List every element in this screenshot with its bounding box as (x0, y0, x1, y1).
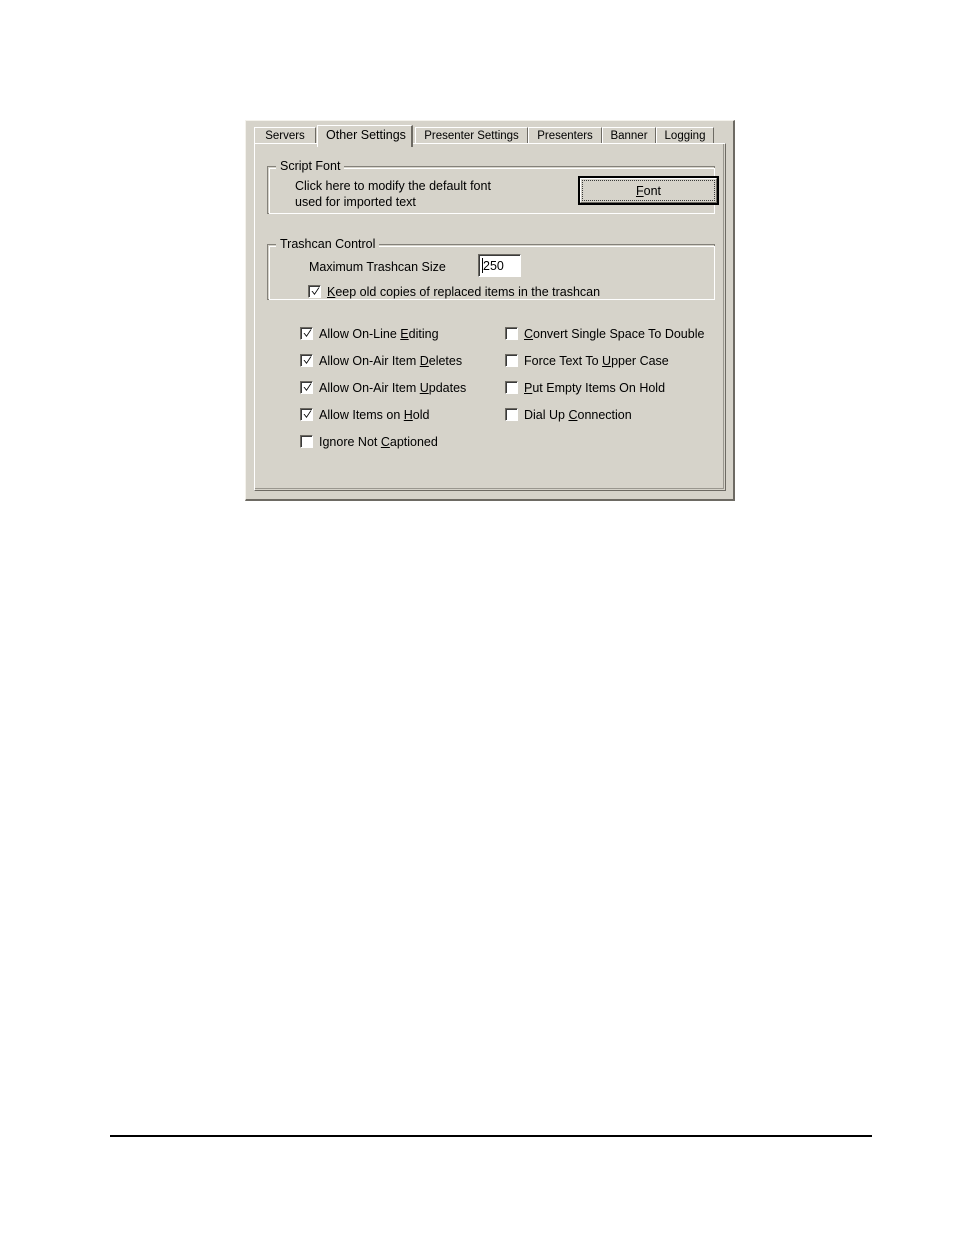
checkmark-icon (303, 383, 312, 391)
script-font-description-line1: Click here to modify the default font (295, 179, 491, 193)
checkbox-put-empty-items-on-hold-box[interactable] (505, 381, 518, 394)
checkbox-allow-on-air-deletes-label: Allow On-Air Item Deletes (319, 353, 462, 369)
label-accelerator: H (403, 408, 413, 422)
label-after: onvert Single Space To Double (533, 327, 705, 341)
label-before: Allow On-Line (319, 327, 401, 341)
label-accelerator: C (524, 327, 534, 341)
checkbox-force-text-upper-case-label: Force Text To Upper Case (524, 353, 669, 369)
trashcan-control-groupbox: Trashcan Control Maximum Trashcan Size 2… (267, 238, 715, 300)
label-before: Dial Up (524, 408, 569, 422)
checkbox-dial-up-connection-label: Dial Up Connection (524, 407, 632, 423)
checkbox-allow-on-line-editing-label: Allow On-Line Editing (319, 326, 439, 342)
script-font-groupbox: Script Font Click here to modify the def… (267, 160, 719, 214)
font-button-label-rest: ont (643, 183, 662, 198)
checkbox-convert-single-space-box[interactable] (505, 327, 518, 340)
checkbox-keep-old-copies-label: Keep old copies of replaced items in the… (327, 284, 600, 300)
label-before: Allow On-Air Item (319, 381, 420, 395)
label-before: Ignore Not (319, 435, 381, 449)
checkbox-inner-bevel (506, 355, 517, 366)
font-button-label: Font (580, 184, 717, 198)
tab-strip: Servers Other Settings Presenter Setting… (254, 125, 726, 147)
checkbox-force-text-upper-case-box[interactable] (505, 354, 518, 367)
label-accelerator: E (400, 327, 409, 341)
font-button[interactable]: Font (578, 176, 719, 205)
checkbox-convert-single-space-label: Convert Single Space To Double (524, 326, 704, 342)
label-accelerator: U (602, 354, 612, 368)
checkbox-put-empty-items-on-hold-label: Put Empty Items On Hold (524, 380, 665, 396)
checkmark-icon (311, 287, 320, 295)
label-before: Force Text To (524, 354, 603, 368)
label-accelerator: U (419, 381, 429, 395)
checkbox-inner-bevel (506, 409, 517, 420)
checkbox-allow-items-on-hold-box[interactable] (300, 408, 313, 421)
checkbox-allow-on-air-deletes-box[interactable] (300, 354, 313, 367)
label-accelerator: C (568, 408, 578, 422)
tab-other-settings[interactable]: Other Settings (317, 125, 413, 147)
checkbox-inner-bevel (506, 328, 517, 339)
label-before: Allow Items on (319, 408, 404, 422)
label-after: ut Empty Items On Hold (532, 381, 666, 395)
checkbox-keep-old-copies-box[interactable] (308, 285, 321, 298)
font-button-accelerator: F (635, 183, 644, 198)
checkbox-ignore-not-captioned-box[interactable] (300, 435, 313, 448)
label-after: old (412, 408, 430, 422)
checkbox-allow-on-air-updates-box[interactable] (300, 381, 313, 394)
script-font-groupbox-title: Script Font (276, 160, 345, 173)
trashcan-groupbox-title: Trashcan Control (276, 238, 380, 251)
checkbox-allow-on-line-editing-box[interactable] (300, 327, 313, 340)
checkmark-icon (303, 410, 312, 418)
label-after: eletes (428, 354, 463, 368)
other-settings-dialog: Servers Other Settings Presenter Setting… (245, 120, 735, 501)
maximum-trashcan-size-input[interactable]: 250 (478, 254, 521, 277)
label-after: diting (408, 327, 439, 341)
label-before: Allow On-Air Item (319, 354, 420, 368)
checkbox-allow-on-air-updates-label: Allow On-Air Item Updates (319, 380, 466, 396)
label-after: pdates (428, 381, 467, 395)
checkbox-ignore-not-captioned-label: Ignore Not Captioned (319, 434, 438, 450)
label-after: aptioned (389, 435, 438, 449)
label-accelerator: C (380, 435, 390, 449)
checkbox-allow-items-on-hold-label: Allow Items on Hold (319, 407, 429, 423)
label-after: onnection (577, 408, 632, 422)
maximum-trashcan-size-label: Maximum Trashcan Size (309, 260, 446, 274)
checkbox-dial-up-connection-box[interactable] (505, 408, 518, 421)
checkbox-inner-bevel (301, 436, 312, 447)
tab-page-other-settings: Script Font Click here to modify the def… (254, 143, 726, 491)
label-accelerator: D (419, 354, 429, 368)
checkmark-icon (303, 356, 312, 364)
maximum-trashcan-size-value: 250 (483, 258, 504, 273)
script-font-description-line2: used for imported text (295, 195, 416, 209)
checkmark-icon (303, 329, 312, 337)
checkbox-inner-bevel (506, 382, 517, 393)
label-after: pper Case (611, 354, 669, 368)
page-footer-rule (110, 1135, 872, 1137)
checkbox-keep-old-copies-label-rest: eep old copies of replaced items in the … (335, 285, 601, 299)
